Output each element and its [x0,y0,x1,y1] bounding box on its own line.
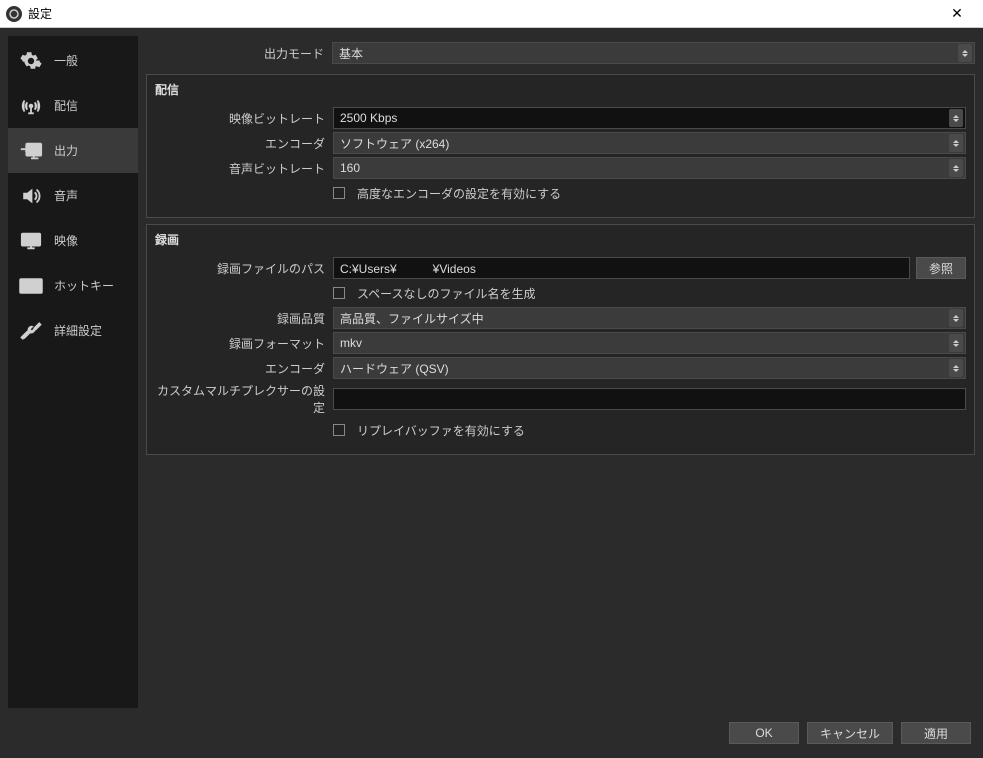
titlebar: 設定 ✕ [0,0,983,28]
sidebar-item-label: 詳細設定 [54,322,102,339]
record-path-label: 録画ファイルのパス [155,260,333,277]
sidebar-item-video[interactable]: 映像 [8,218,138,263]
record-quality-value: 高品質、ファイルサイズ中 [340,310,484,327]
footer: OK キャンセル 適用 [0,716,983,750]
audio-bitrate-select[interactable]: 160 [333,157,966,179]
sidebar: 一般 配信 出力 音声 映像 [8,36,138,708]
output-mode-label: 出力モード [146,45,332,62]
stream-encoder-label: エンコーダ [155,135,333,152]
sidebar-item-audio[interactable]: 音声 [8,173,138,218]
chevron-updown-icon [949,159,963,177]
content-area: 出力モード 基本 配信 映像ビットレート 2500 Kbps エンコーダ [146,36,975,708]
sidebar-item-label: 一般 [54,52,78,69]
record-format-value: mkv [340,336,362,350]
record-path-input[interactable]: C:¥Users¥ ¥Videos [333,257,910,279]
video-bitrate-input[interactable]: 2500 Kbps [333,107,966,129]
sidebar-item-label: 出力 [54,142,78,159]
ok-button[interactable]: OK [729,722,799,744]
record-format-label: 録画フォーマット [155,335,333,352]
stream-encoder-value: ソフトウェア (x264) [340,135,449,152]
spinner-icon[interactable] [949,109,963,127]
record-panel: 録画 録画ファイルのパス C:¥Users¥ ¥Videos 参照 スペースなし… [146,224,975,455]
record-encoder-label: エンコーダ [155,360,333,377]
advanced-encoder-label: 高度なエンコーダの設定を有効にする [357,185,561,202]
antenna-icon [18,95,44,117]
apply-button[interactable]: 適用 [901,722,971,744]
sidebar-item-label: 音声 [54,187,78,204]
muxer-label: カスタムマルチプレクサーの設定 [155,382,333,416]
record-encoder-value: ハードウェア (QSV) [340,360,449,377]
chevron-updown-icon [949,134,963,152]
monitor-icon [18,230,44,252]
sidebar-item-hotkeys[interactable]: ホットキー [8,263,138,308]
output-mode-select[interactable]: 基本 [332,42,975,64]
output-icon [18,140,44,162]
record-encoder-select[interactable]: ハードウェア (QSV) [333,357,966,379]
chevron-updown-icon [949,309,963,327]
sidebar-item-output[interactable]: 出力 [8,128,138,173]
close-button[interactable]: ✕ [937,5,977,22]
advanced-encoder-checkbox[interactable] [333,187,345,199]
cancel-button[interactable]: キャンセル [807,722,893,744]
chevron-updown-icon [949,359,963,377]
muxer-input[interactable] [333,388,966,410]
browse-button[interactable]: 参照 [916,257,966,279]
replay-buffer-label: リプレイバッファを有効にする [357,422,525,439]
window-title: 設定 [28,5,52,22]
video-bitrate-label: 映像ビットレート [155,110,333,127]
output-mode-value: 基本 [339,45,363,62]
nospace-filename-checkbox[interactable] [333,287,345,299]
speaker-icon [18,185,44,207]
nospace-filename-label: スペースなしのファイル名を生成 [357,285,536,302]
sidebar-item-label: 配信 [54,97,78,114]
sidebar-item-stream[interactable]: 配信 [8,83,138,128]
sidebar-item-general[interactable]: 一般 [8,38,138,83]
record-path-value: C:¥Users¥ ¥Videos [340,260,476,277]
stream-panel: 配信 映像ビットレート 2500 Kbps エンコーダ ソフトウェア (x264… [146,74,975,218]
chevron-updown-icon [958,44,972,62]
audio-bitrate-value: 160 [340,161,360,175]
sidebar-item-label: ホットキー [54,277,114,294]
stream-encoder-select[interactable]: ソフトウェア (x264) [333,132,966,154]
gear-icon [18,50,44,72]
sidebar-item-advanced[interactable]: 詳細設定 [8,308,138,353]
record-panel-title: 録画 [155,229,966,254]
stream-panel-title: 配信 [155,79,966,104]
audio-bitrate-label: 音声ビットレート [155,160,333,177]
record-quality-label: 録画品質 [155,310,333,327]
tools-icon [18,320,44,342]
keyboard-icon [18,275,44,297]
sidebar-item-label: 映像 [54,232,78,249]
chevron-updown-icon [949,334,963,352]
record-format-select[interactable]: mkv [333,332,966,354]
replay-buffer-checkbox[interactable] [333,424,345,436]
app-icon [6,6,22,22]
record-quality-select[interactable]: 高品質、ファイルサイズ中 [333,307,966,329]
video-bitrate-value: 2500 Kbps [340,111,397,125]
